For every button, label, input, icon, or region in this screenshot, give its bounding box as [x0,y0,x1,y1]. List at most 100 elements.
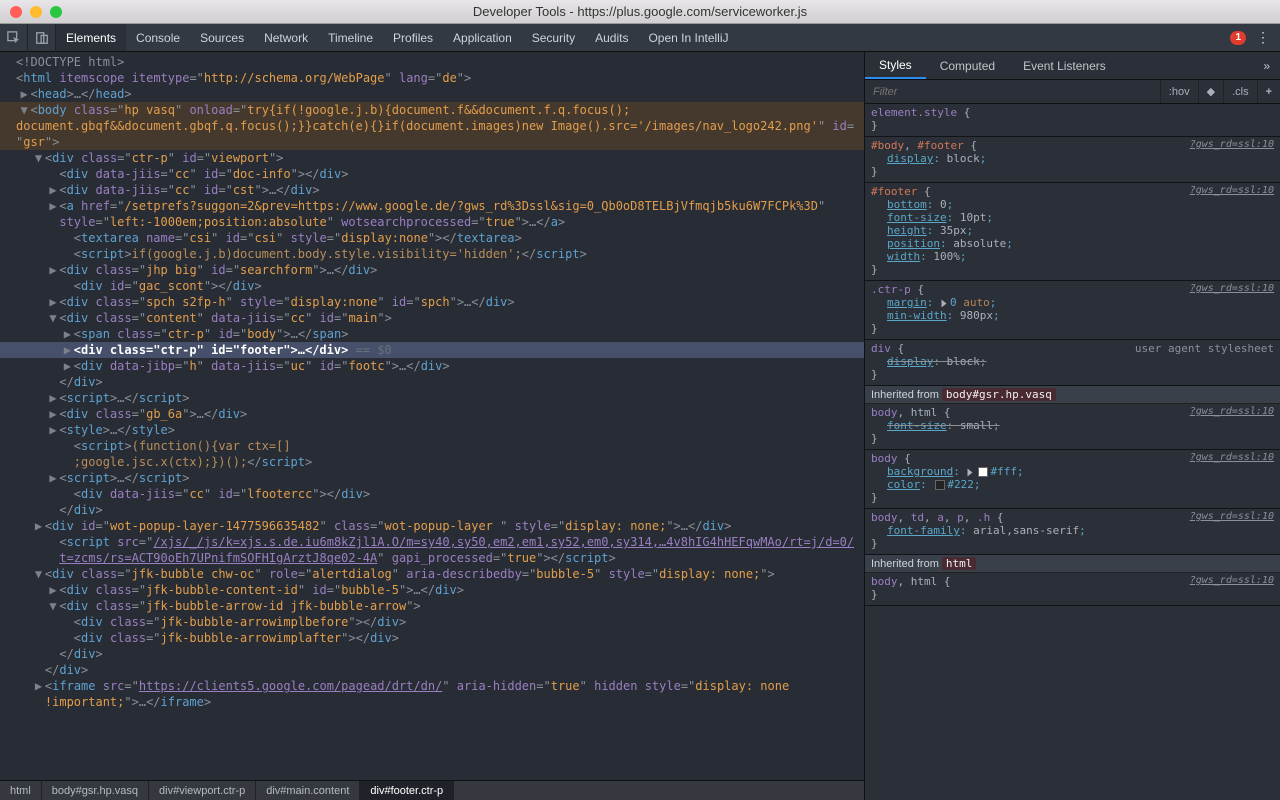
style-rule[interactable]: ?gws_rd=ssl:10body, html {} [865,573,1280,606]
device-toolbar-icon[interactable] [28,24,56,52]
window-title: Developer Tools - https://plus.google.co… [0,4,1280,19]
panel-tab-elements[interactable]: Elements [56,24,126,51]
panel-tab-profiles[interactable]: Profiles [383,24,443,51]
dom-line[interactable]: <div data-jiis="cc" id="lfootercc"></div… [0,486,864,502]
dom-tree[interactable]: <!DOCTYPE html> <html itemscope itemtype… [0,52,864,780]
source-link[interactable]: ?gws_rd=ssl:10 [1190,185,1274,196]
dom-line[interactable]: </div> [0,374,864,390]
style-rule[interactable]: element.style {} [865,104,1280,137]
dom-line[interactable]: ▶<div class="spch s2fp-h" style="display… [0,294,864,310]
dom-line[interactable]: ▶<div data-jibp="h" data-jiis="uc" id="f… [0,358,864,374]
dom-line[interactable]: "gsr"> [0,134,864,150]
dom-line[interactable]: ▶<a href="/setprefs?suggon=2&prev=https:… [0,198,864,214]
style-rule[interactable]: ?gws_rd=ssl:10body {background: #fff;col… [865,450,1280,509]
style-rule[interactable]: ?gws_rd=ssl:10body, td, a, p, .h {font-f… [865,509,1280,555]
dom-line[interactable]: <script>(function(){var ctx=[] [0,438,864,454]
dom-line[interactable]: ▶<div data-jiis="cc" id="cst">…</div> [0,182,864,198]
sidebar-tabs: Styles Computed Event Listeners » [865,52,1280,80]
styles-filter-input[interactable] [865,86,1160,98]
new-style-rule-button[interactable]: + [1257,80,1280,103]
dom-line[interactable]: </div> [0,502,864,518]
dom-line[interactable]: ▶<script>…</script> [0,470,864,486]
panel-tab-open-in-intellij[interactable]: Open In IntelliJ [638,24,738,51]
panel-tab-application[interactable]: Application [443,24,522,51]
dom-line[interactable]: ▶<style>…</style> [0,422,864,438]
dom-line[interactable]: ▶<div class="ctr-p" id="footer">…</div> … [0,342,864,358]
devtools-window: Developer Tools - https://plus.google.co… [0,0,1280,800]
dom-line[interactable]: </div> [0,646,864,662]
source-link[interactable]: ?gws_rd=ssl:10 [1190,452,1274,463]
dom-line[interactable]: style="left:-1000em;position:absolute" w… [0,214,864,230]
tab-event-listeners[interactable]: Event Listeners [1009,52,1120,79]
style-rule[interactable]: user agent stylesheetdiv {display: block… [865,340,1280,386]
dom-line[interactable]: ▼<div class="jfk-bubble chw-oc" role="al… [0,566,864,582]
source-link[interactable]: ?gws_rd=ssl:10 [1190,283,1274,294]
dom-line[interactable]: <script src="/xjs/_/js/k=xjs.s.de.iu6m8k… [0,534,864,550]
dom-line[interactable]: ▶<div class="jhp big" id="searchform">…<… [0,262,864,278]
panel-tab-sources[interactable]: Sources [190,24,254,51]
elements-panel: <!DOCTYPE html> <html itemscope itemtype… [0,52,864,800]
dom-line[interactable]: <div id="gac_scont"></div> [0,278,864,294]
dom-line[interactable]: ▼<div class="jfk-bubble-arrow-id jfk-bub… [0,598,864,614]
panel-tab-security[interactable]: Security [522,24,585,51]
inherited-from-divider: Inherited from body#gsr.hp.vasq [865,386,1280,404]
dom-line[interactable]: <div data-jiis="cc" id="doc-info"></div> [0,166,864,182]
dom-line[interactable]: t=zcms/rs=ACT90oEh7UPnifmSOFHIgArztJ8qe0… [0,550,864,566]
error-count-badge[interactable]: 1 [1230,31,1246,45]
sidebar-tabs-overflow-icon[interactable]: » [1253,52,1280,79]
style-rules[interactable]: element.style {}?gws_rd=ssl:10#body, #fo… [865,104,1280,800]
pin-icon[interactable]: ◆ [1198,80,1223,103]
dom-line[interactable]: ▼<div class="content" data-jiis="cc" id=… [0,310,864,326]
dom-line[interactable]: ▶<div id="wot-popup-layer-1477596635482"… [0,518,864,534]
dom-line[interactable]: <div class="jfk-bubble-arrowimplafter"><… [0,630,864,646]
dom-line[interactable]: ▼<div class="ctr-p" id="viewport"> [0,150,864,166]
dom-line[interactable]: ▶<iframe src="https://clients5.google.co… [0,678,864,694]
dom-line[interactable]: ▶<head>…</head> [0,86,864,102]
window-titlebar: Developer Tools - https://plus.google.co… [0,0,1280,24]
breadcrumb-item[interactable]: div#main.content [256,781,360,800]
source-link[interactable]: ?gws_rd=ssl:10 [1190,139,1274,150]
style-rule[interactable]: ?gws_rd=ssl:10body, html {font-size: sma… [865,404,1280,450]
dom-line[interactable]: ▶<div class="jfk-bubble-content-id" id="… [0,582,864,598]
inspect-element-icon[interactable] [0,24,28,52]
source-link[interactable]: ?gws_rd=ssl:10 [1190,575,1274,586]
dom-line[interactable]: document.gbqf&&document.gbqf.q.focus();}… [0,118,864,134]
panel-tabs: ElementsConsoleSourcesNetworkTimelinePro… [56,24,739,51]
styles-filter-row: :hov ◆ .cls + [865,80,1280,104]
breadcrumb-trail: htmlbody#gsr.hp.vasqdiv#viewport.ctr-pdi… [0,780,864,800]
dom-line[interactable]: <script>if(google.j.b)document.body.styl… [0,246,864,262]
dom-line[interactable]: ▶<div class="gb_6a">…</div> [0,406,864,422]
source-link[interactable]: ?gws_rd=ssl:10 [1190,406,1274,417]
dom-line[interactable]: <div class="jfk-bubble-arrowimplbefore">… [0,614,864,630]
breadcrumb-item[interactable]: body#gsr.hp.vasq [42,781,149,800]
style-rule[interactable]: ?gws_rd=ssl:10#footer {bottom: 0;font-si… [865,183,1280,281]
panel-tab-audits[interactable]: Audits [585,24,638,51]
panel-tab-console[interactable]: Console [126,24,190,51]
dom-line[interactable]: <textarea name="csi" id="csi" style="dis… [0,230,864,246]
breadcrumb-item[interactable]: html [0,781,42,800]
breadcrumb-item[interactable]: div#viewport.ctr-p [149,781,256,800]
more-menu-icon[interactable]: ⋮ [1256,29,1270,46]
dom-line[interactable]: </div> [0,662,864,678]
devtools-toolbar: ElementsConsoleSourcesNetworkTimelinePro… [0,24,1280,52]
dom-line[interactable]: <!DOCTYPE html> [0,54,864,70]
breadcrumb-item[interactable]: div#footer.ctr-p [360,781,454,800]
style-rule[interactable]: ?gws_rd=ssl:10.ctr-p {margin: 0 auto;min… [865,281,1280,340]
tab-computed[interactable]: Computed [926,52,1009,79]
tab-styles[interactable]: Styles [865,52,926,79]
dom-line[interactable]: ▶<script>…</script> [0,390,864,406]
style-rule[interactable]: ?gws_rd=ssl:10#body, #footer {display: b… [865,137,1280,183]
dom-line[interactable]: ▶<span class="ctr-p" id="body">…</span> [0,326,864,342]
panel-tab-network[interactable]: Network [254,24,318,51]
dom-line[interactable]: !important;">…</iframe> [0,694,864,710]
inherited-from-divider: Inherited from html [865,555,1280,573]
user-agent-label: user agent stylesheet [1135,342,1274,355]
content-area: <!DOCTYPE html> <html itemscope itemtype… [0,52,1280,800]
hov-toggle[interactable]: :hov [1160,80,1198,103]
dom-line[interactable]: ;google.jsc.x(ctx);})();</script> [0,454,864,470]
source-link[interactable]: ?gws_rd=ssl:10 [1190,511,1274,522]
panel-tab-timeline[interactable]: Timeline [318,24,383,51]
cls-toggle[interactable]: .cls [1223,80,1257,103]
dom-line[interactable]: ▼<body class="hp vasq" onload="try{if(!g… [0,102,864,118]
dom-line[interactable]: <html itemscope itemtype="http://schema.… [0,70,864,86]
